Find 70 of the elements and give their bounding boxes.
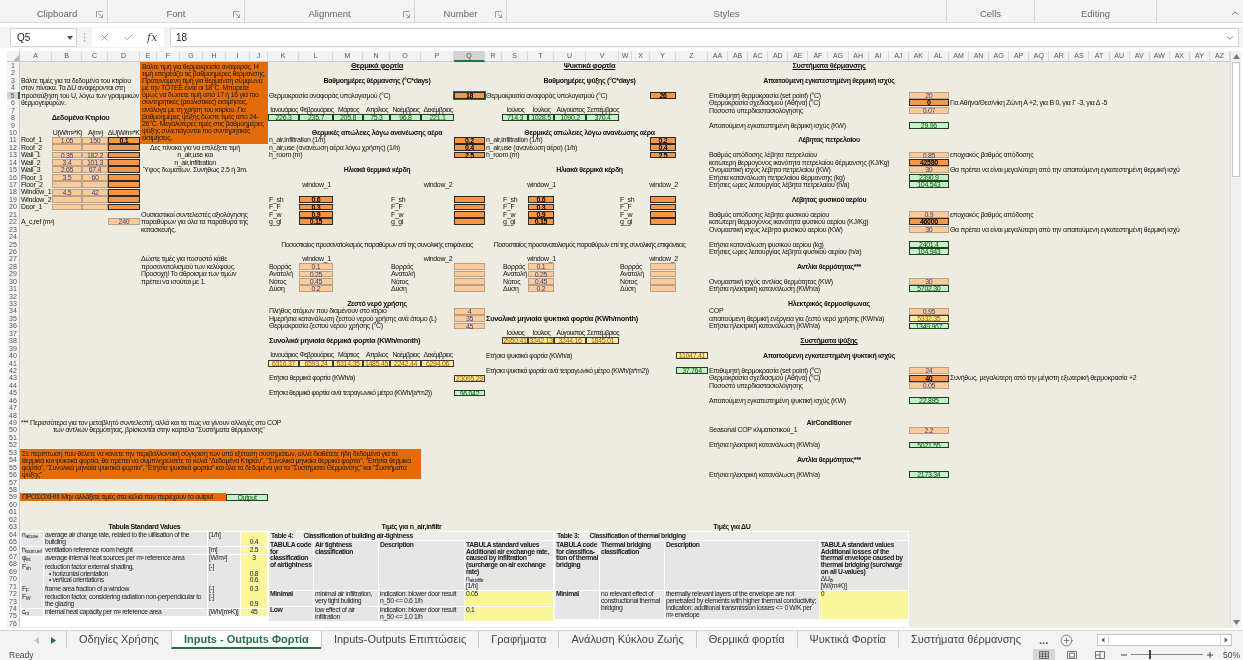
status-text: Ready <box>9 649 35 660</box>
formula-field[interactable]: 18 <box>170 28 1239 47</box>
zoom-level-text[interactable]: 50% <box>1223 649 1240 660</box>
table-cell[interactable] <box>650 211 676 218</box>
table-cell[interactable] <box>108 151 140 159</box>
table-cell[interactable] <box>82 144 108 151</box>
add-sheet-button[interactable] <box>1060 633 1074 647</box>
dialog-launcher-icon[interactable] <box>96 11 103 18</box>
table-cell[interactable] <box>82 181 108 189</box>
table-cell[interactable] <box>52 203 82 211</box>
view-button[interactable] <box>1033 649 1055 660</box>
table-cell[interactable] <box>650 263 676 270</box>
ribbon-group-label: Styles <box>713 8 740 19</box>
sheet-tab[interactable]: Inputs - Outputs Φορτία <box>170 631 321 650</box>
table-cell[interactable] <box>52 196 82 203</box>
table-cell[interactable] <box>52 181 82 189</box>
ribbon-group-label: Font <box>166 8 186 19</box>
table-cell[interactable] <box>454 270 485 278</box>
table-cell[interactable] <box>454 263 485 270</box>
drag-handle-icon[interactable] <box>83 32 86 43</box>
table-cell[interactable] <box>454 278 485 285</box>
table-cell[interactable] <box>52 144 82 151</box>
insert-function-button[interactable]: fx <box>147 31 158 44</box>
vertical-scrollbar[interactable] <box>1230 51 1242 629</box>
table-cell[interactable] <box>108 173 140 181</box>
collapse-ribbon-icon[interactable] <box>1230 8 1240 18</box>
table-cell[interactable] <box>82 203 108 211</box>
table-cell[interactable] <box>454 196 485 203</box>
check-icon[interactable] <box>122 32 134 43</box>
table-cell[interactable] <box>454 218 485 226</box>
table-cell[interactable] <box>650 278 676 285</box>
table-cell[interactable] <box>650 196 676 203</box>
table-cell[interactable] <box>108 188 140 196</box>
page-layout-icon <box>1067 650 1077 659</box>
cancel-icon[interactable] <box>98 32 110 43</box>
table-cell[interactable] <box>650 285 676 293</box>
table-cell[interactable] <box>108 203 140 211</box>
scroll-up-icon[interactable] <box>1232 54 1240 59</box>
scroll-down-icon[interactable] <box>1232 620 1240 626</box>
table-cell[interactable] <box>650 270 676 278</box>
table-cell[interactable] <box>82 196 108 203</box>
table-cell[interactable] <box>650 203 676 211</box>
page-break-icon <box>1095 650 1105 659</box>
table-cell[interactable] <box>108 144 140 151</box>
table-cell[interactable] <box>108 181 140 189</box>
name-box[interactable]: Q5 <box>10 28 77 47</box>
next-sheet-button[interactable] <box>51 636 56 644</box>
ribbon-group-label: Editing <box>1080 8 1111 19</box>
ribbon-group-label: Clipboard <box>36 8 78 19</box>
dialog-launcher-icon[interactable] <box>403 11 410 18</box>
horizontal-scrollbar[interactable] <box>1097 634 1232 647</box>
table-cell[interactable] <box>108 159 140 166</box>
normal-view-icon <box>1039 650 1049 659</box>
ribbon-group-label: Cells <box>979 8 1002 19</box>
table-cell[interactable] <box>108 166 140 174</box>
ribbon-group-label: Number <box>443 8 478 19</box>
corner-triangle-icon <box>13 55 19 61</box>
table-cell[interactable] <box>454 211 485 218</box>
scroll-thumb[interactable] <box>1232 62 1241 177</box>
table-cell[interactable] <box>108 196 140 203</box>
dialog-launcher-icon[interactable] <box>233 11 240 18</box>
table-cell[interactable] <box>454 285 485 293</box>
table-cell[interactable] <box>650 218 676 226</box>
dropdown-caret-icon <box>67 35 73 40</box>
zoom-out-button[interactable] <box>1121 651 1127 658</box>
ribbon-group-label: Alignment <box>308 8 351 19</box>
dialog-launcher-icon[interactable] <box>495 11 502 18</box>
zoom-in-button[interactable] <box>1207 651 1213 658</box>
table-cell[interactable] <box>454 203 485 211</box>
more-tabs-button[interactable]: ... <box>1033 634 1055 647</box>
